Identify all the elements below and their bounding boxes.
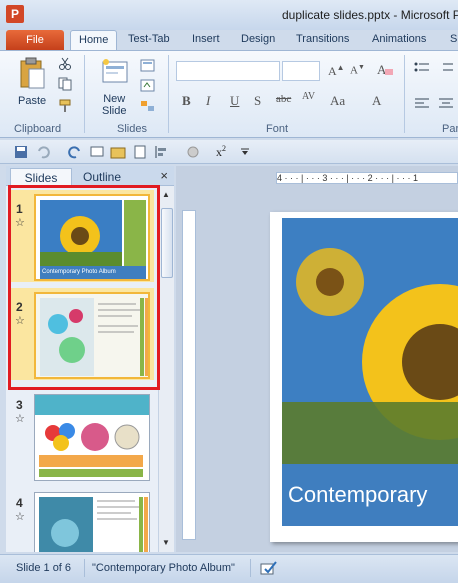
animation-star-icon: ☆ (15, 413, 25, 425)
character-spacing-icon[interactable]: AV (302, 91, 315, 102)
superscript-icon[interactable]: x2 (216, 144, 226, 160)
grow-font-icon[interactable]: A▲ (328, 63, 345, 79)
slide-number: 4 (16, 496, 23, 510)
bold-icon[interactable]: B (182, 93, 191, 109)
ribbon: Paste Clipboard New Slide Slides A▲ A▼ A … (0, 50, 458, 138)
clear-formatting-icon[interactable]: A (376, 61, 394, 77)
slide-canvas[interactable]: Contemporary (270, 212, 458, 542)
shape-fill-icon[interactable] (186, 145, 204, 159)
window-title: duplicate slides.pptx - Microsoft P (282, 8, 458, 22)
paste-icon[interactable] (18, 57, 46, 91)
pane-scrollbar[interactable]: ▲ ▼ (158, 186, 174, 552)
section-icon[interactable] (140, 99, 156, 113)
reset-icon[interactable] (140, 79, 156, 93)
scroll-up-icon[interactable]: ▲ (162, 190, 170, 199)
tab-file[interactable]: File (6, 30, 64, 50)
flowers-image (35, 395, 149, 480)
format-painter-icon[interactable] (58, 99, 74, 113)
open-folder-icon[interactable] (110, 145, 126, 159)
tab-slides[interactable]: Slides (10, 168, 72, 186)
glass-image (35, 493, 149, 552)
scroll-down-icon[interactable]: ▼ (162, 538, 170, 547)
font-size-combo[interactable] (282, 61, 320, 81)
powerpoint-icon[interactable]: P (6, 5, 24, 23)
shrink-font-icon[interactable]: A▼ (350, 63, 365, 77)
tab-transitions[interactable]: Transitions (296, 33, 349, 45)
slides-group-label: Slides (117, 123, 147, 135)
slide-thumbnail-4[interactable] (34, 492, 150, 552)
slide-editing-area: 4 · · · | · · · 3 · · · | · · · 2 · · · … (176, 166, 458, 552)
tab-design[interactable]: Design (241, 33, 275, 45)
shadow-icon[interactable]: S (254, 93, 261, 109)
vertical-ruler (182, 210, 196, 540)
save-icon[interactable] (14, 145, 28, 159)
new-slide-label-line-2: Slide (102, 105, 127, 117)
title-bar: P duplicate slides.pptx - Microsoft P (0, 0, 458, 30)
ribbon-tabs: File Home Test-Tab Insert Design Transit… (0, 30, 458, 52)
new-slide-button[interactable]: New Slide (102, 93, 126, 117)
selection-highlight-box (8, 185, 160, 390)
tab-insert[interactable]: Insert (192, 33, 220, 45)
strikethrough-icon[interactable]: abc (276, 93, 291, 105)
change-case-icon[interactable]: Aa (330, 93, 345, 109)
tab-outline[interactable]: Outline (74, 168, 130, 186)
new-document-icon[interactable] (134, 145, 146, 159)
tab-animations[interactable]: Animations (372, 33, 426, 45)
tab-slide-show[interactable]: S (450, 33, 457, 45)
cut-icon[interactable] (58, 57, 72, 71)
slide-number: 3 (16, 398, 23, 412)
paste-button[interactable]: Paste (18, 95, 46, 107)
theme-name-text[interactable]: "Contemporary Photo Album" (92, 562, 235, 574)
tab-home[interactable]: Home (70, 30, 118, 52)
paragraph-group-label: Par (442, 123, 458, 135)
status-bar: Slide 1 of 6 "Contemporary Photo Album" (0, 554, 458, 583)
align-dropdown-icon[interactable] (154, 145, 172, 159)
quick-access-toolbar: x2 (0, 140, 458, 164)
align-left-icon[interactable] (414, 97, 430, 111)
new-slide-label-line-1: New (103, 93, 126, 105)
font-name-combo[interactable] (176, 61, 280, 81)
slideshow-icon[interactable] (90, 145, 104, 159)
group-divider (404, 55, 405, 133)
slide-thumbnail-3[interactable] (34, 394, 150, 481)
underline-icon[interactable]: U (230, 93, 239, 109)
bullets-icon[interactable] (414, 61, 430, 75)
slide-title[interactable]: Contemporary (282, 464, 458, 526)
copy-icon[interactable] (58, 77, 74, 91)
font-group-label: Font (266, 123, 289, 135)
new-slide-icon[interactable] (100, 57, 130, 87)
numbering-icon[interactable] (438, 61, 454, 75)
group-divider (84, 55, 85, 133)
font-color-icon[interactable]: A (372, 93, 381, 109)
animation-star-icon: ☆ (15, 511, 25, 523)
scroll-thumb[interactable] (161, 208, 173, 278)
italic-icon[interactable]: I (206, 93, 210, 109)
slide-position-text: Slide 1 of 6 (16, 562, 72, 574)
clipboard-group-label: Clipboard (14, 123, 62, 135)
status-divider (250, 559, 251, 577)
layout-icon[interactable] (140, 59, 156, 73)
pane-tabs: Slides Outline × (6, 166, 174, 186)
tab-test-tab[interactable]: Test-Tab (128, 33, 170, 45)
spelling-check-icon[interactable] (260, 560, 278, 576)
align-center-icon[interactable] (438, 97, 454, 111)
close-pane-icon[interactable]: × (160, 168, 168, 183)
undo-icon[interactable] (36, 145, 50, 159)
group-divider (168, 55, 169, 133)
redo-icon[interactable] (68, 145, 82, 159)
status-divider (84, 559, 85, 577)
customize-qat-icon[interactable] (240, 148, 250, 156)
horizontal-ruler: 4 · · · | · · · 3 · · · | · · · 2 · · · … (276, 172, 458, 184)
